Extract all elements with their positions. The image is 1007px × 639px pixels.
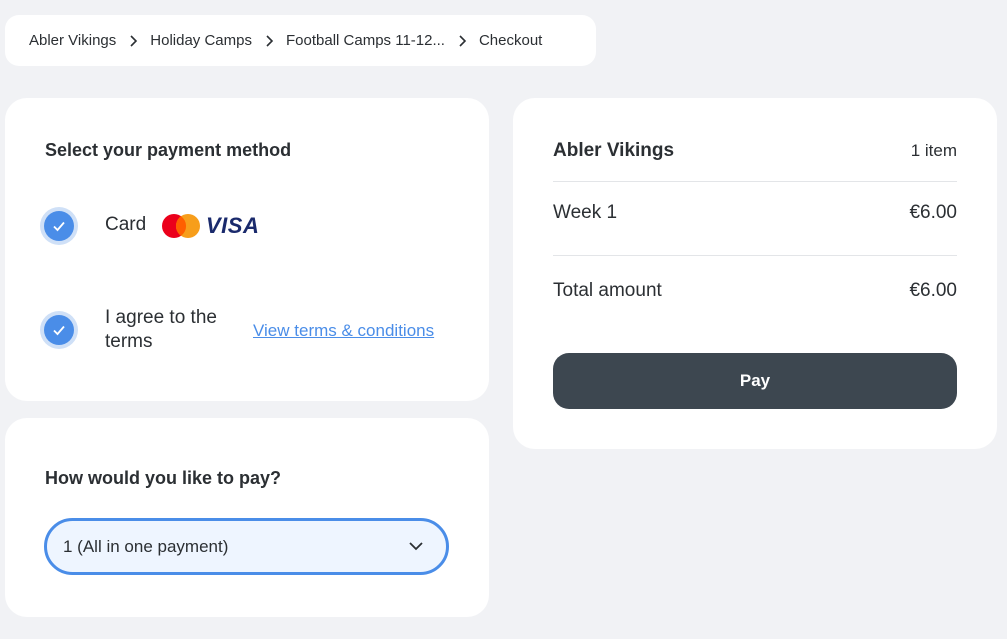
total-row: Total amount €6.00: [553, 280, 957, 302]
club-name: Abler Vikings: [553, 140, 675, 161]
agree-terms-label: I agree to the terms: [105, 307, 217, 352]
view-terms-link[interactable]: View terms & conditions: [253, 321, 434, 341]
payment-method-card: Select your payment method Card VISA I a…: [5, 98, 489, 401]
installments-title: How would you like to pay?: [45, 468, 282, 488]
visa-icon: VISA: [206, 213, 260, 238]
divider: [553, 255, 957, 256]
mastercard-icon: [162, 214, 200, 238]
card-method-checkbox[interactable]: [44, 211, 74, 241]
chevron-right-icon: [116, 34, 150, 47]
line-item-label: Week 1: [553, 202, 618, 223]
breadcrumb-item-football-camps[interactable]: Football Camps 11-12...: [286, 32, 445, 49]
installments-card: How would you like to pay? 1 (All in one…: [5, 418, 489, 617]
installments-select[interactable]: 1 (All in one payment): [44, 518, 449, 575]
pay-button[interactable]: Pay: [553, 353, 957, 409]
divider: [553, 181, 957, 182]
chevron-right-icon: [445, 34, 479, 47]
breadcrumb-item-holiday-camps[interactable]: Holiday Camps: [150, 32, 252, 49]
checkmark-icon: [53, 325, 65, 336]
breadcrumb-item-club[interactable]: Abler Vikings: [29, 32, 116, 49]
breadcrumb: Abler Vikings Holiday Camps Football Cam…: [5, 15, 596, 66]
card-method-label: Card: [105, 214, 147, 235]
summary-header: Abler Vikings 1 item: [553, 140, 957, 162]
chevron-right-icon: [252, 34, 286, 47]
checkmark-icon: [53, 221, 65, 232]
agree-terms-checkbox[interactable]: [44, 315, 74, 345]
order-summary-card: Abler Vikings 1 item Week 1 €6.00 Total …: [513, 98, 997, 449]
total-value: €6.00: [909, 280, 957, 301]
chevron-down-icon: [409, 542, 423, 551]
breadcrumb-item-checkout: Checkout: [478, 32, 543, 49]
total-label: Total amount: [553, 280, 662, 301]
payment-method-title: Select your payment method: [45, 140, 292, 160]
installments-selected-value: 1 (All in one payment): [63, 536, 229, 556]
item-count: 1 item: [910, 141, 957, 160]
line-item-price: €6.00: [909, 202, 957, 223]
line-item: Week 1 €6.00: [553, 202, 957, 224]
